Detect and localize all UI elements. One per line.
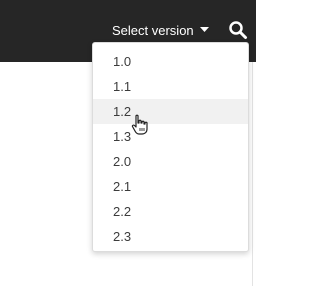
version-option-1-2[interactable]: 1.2 [93, 99, 248, 124]
version-option-1-3[interactable]: 1.3 [93, 124, 248, 149]
version-option-2-0[interactable]: 2.0 [93, 149, 248, 174]
hand-pointer-icon [131, 114, 149, 136]
version-select[interactable]: Select version [112, 18, 209, 42]
caret-down-icon [199, 27, 209, 33]
version-option-2-2[interactable]: 2.2 [93, 199, 248, 224]
content-edge-divider [252, 62, 253, 286]
version-option-2-3[interactable]: 2.3 [93, 224, 248, 249]
version-option-2-1[interactable]: 2.1 [93, 174, 248, 199]
search-icon[interactable] [228, 20, 248, 40]
version-dropdown-menu: 1.0 1.1 1.2 1.3 2.0 2.1 2.2 2.3 [92, 42, 249, 252]
version-option-1-0[interactable]: 1.0 [93, 49, 248, 74]
version-select-label: Select version [112, 22, 194, 38]
version-option-1-1[interactable]: 1.1 [93, 74, 248, 99]
